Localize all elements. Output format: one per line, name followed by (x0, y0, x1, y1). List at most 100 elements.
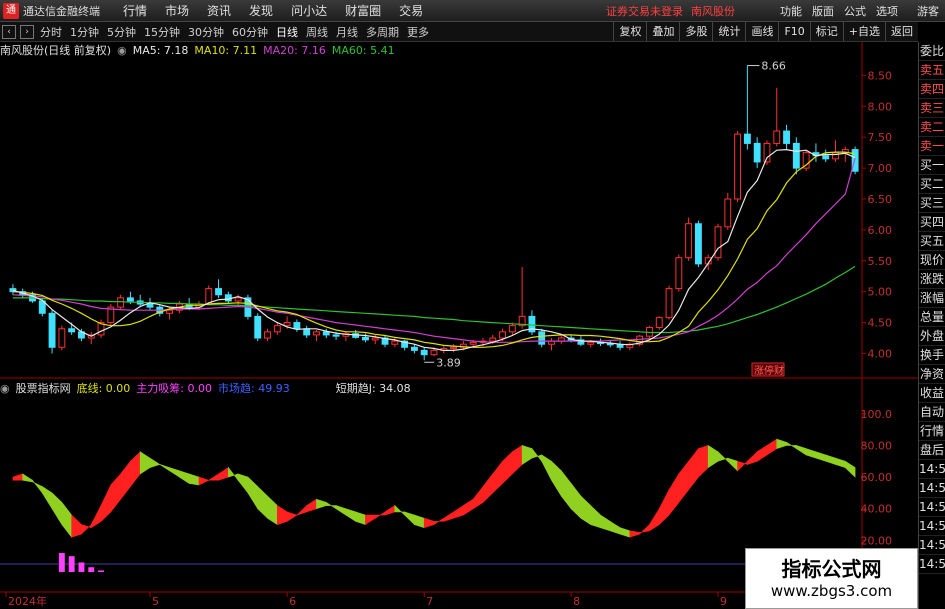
indicator-tick-label: 40.00 (861, 503, 893, 516)
sidebar-item[interactable]: 委比 (919, 42, 945, 61)
ma5-line (12, 148, 856, 351)
sidebar-item[interactable]: 卖三 (919, 99, 945, 118)
sidebar-item[interactable]: 涨幅 (919, 289, 945, 308)
quote-sidebar: 委比 卖五 卖四 卖三 卖二 卖一 买一 买二 买三 买四 买五 现价 涨跌 涨幅 总量 外盘 换手 净资 收益 自动… (918, 42, 945, 609)
candle-body (499, 331, 506, 339)
sidebar-item[interactable]: 买二 (919, 175, 945, 194)
sidebar-item[interactable]: 换手 (919, 346, 945, 365)
indicator-ribbon-segment (678, 460, 689, 504)
indicator-ribbon-segment (149, 457, 161, 469)
indicator-ribbon-segment (609, 520, 621, 535)
sidebar-item[interactable]: 14:50 (919, 498, 945, 517)
indicator-ribbon-segment (394, 504, 405, 516)
candle-body (215, 288, 222, 296)
sidebar-item[interactable]: 总量 (919, 308, 945, 327)
watermark: 指标公式网 www.zbgs3.com (745, 548, 918, 609)
indicator-ribbon-segment (512, 444, 523, 475)
indicator-ribbon-segment (737, 460, 748, 472)
candle-body (773, 130, 781, 144)
sidebar-item[interactable]: 14:50 (919, 460, 945, 479)
sidebar-item[interactable]: 自动 (919, 403, 945, 422)
candle-body (293, 322, 301, 330)
indicator-ribbon-segment (81, 523, 92, 535)
indicator-ribbon-segment (639, 523, 650, 535)
sidebar-item[interactable]: 买四 (919, 213, 945, 232)
indicator-ribbon-segment (228, 466, 239, 482)
sidebar-item[interactable]: 外盘 (919, 327, 945, 346)
sidebar-item[interactable]: 14:50 (919, 517, 945, 536)
sidebar-item[interactable]: 现价 (919, 251, 945, 270)
candle-body (832, 152, 839, 160)
candle-body (450, 346, 458, 350)
indicator-ribbon-segment (649, 507, 660, 532)
candle-body (616, 344, 624, 348)
indicator-ribbon-segment (51, 492, 63, 526)
price-tick-label: 6.50 (868, 193, 893, 206)
candle-body (508, 325, 516, 333)
indicator-ribbon-segment (130, 451, 141, 488)
indicator-legend: ◉ 股票指标网 底线: 0.00 主力吸筹: 0.00 市场趋: 49.93 短… (0, 380, 417, 396)
sidebar-item[interactable]: 14:50 (919, 536, 945, 555)
indicator-bar (78, 562, 85, 572)
sidebar-item[interactable]: 买五 (919, 232, 945, 251)
price-tick-label: 6.00 (868, 224, 893, 237)
candle-body (313, 331, 320, 336)
sidebar-item[interactable]: 卖二 (919, 118, 945, 137)
sidebar-item[interactable]: 卖四 (919, 80, 945, 99)
indicator-ribbon-segment (384, 505, 396, 516)
sidebar-item[interactable]: 14:50 (919, 555, 945, 574)
indicator-ribbon-segment (698, 445, 709, 478)
indicator-ribbon-segment (845, 460, 856, 478)
indicator-ribbon-segment (756, 444, 768, 462)
indicator-settings-icon[interactable]: ◉ (0, 382, 10, 395)
candle-body (48, 312, 56, 348)
legend-stock-title: 南风股份(日线 前复权) (0, 44, 112, 57)
indicator-ribbon-segment (169, 467, 180, 478)
ma20-line (12, 158, 856, 343)
candle-body (391, 340, 399, 345)
candle-body (371, 337, 379, 341)
indicator-ribbon-segment (267, 495, 278, 526)
candle-body (822, 155, 830, 160)
guest-label[interactable]: 游客 (917, 3, 939, 19)
sidebar-item[interactable]: 买三 (919, 194, 945, 213)
sidebar-item[interactable]: 14:50 (919, 479, 945, 498)
indicator-tick-label: 100.0 (861, 408, 893, 421)
settings-icon[interactable]: ◉ (117, 44, 127, 57)
kline-chart[interactable]: 8.50 8.00 7.50 7.00 6.50 6.00 5.50 5.00 4.50 4.00… (0, 0, 918, 609)
indicator-ribbon-segment (776, 438, 787, 450)
sidebar-item[interactable]: 涨跌 (919, 270, 945, 289)
sidebar-item[interactable]: 净资 (919, 365, 945, 384)
indicator-ribbon-segment (32, 479, 43, 494)
sidebar-item[interactable]: 卖一 (919, 137, 945, 156)
sidebar-item[interactable]: 盘后 (919, 441, 945, 460)
indicator-ribbon-segment (237, 473, 249, 494)
low-label: 3.89 (436, 356, 461, 369)
price-tick-label: 7.50 (868, 131, 893, 144)
indicator-ribbon-segment (747, 451, 758, 465)
indicator-ribbon-segment (355, 511, 366, 525)
candle-body (283, 322, 291, 327)
candle-body (58, 328, 66, 348)
candle-body (685, 223, 693, 259)
indicator-ribbon-segment (179, 470, 190, 484)
candle-body (332, 334, 340, 337)
date-tick-label: 2024年 (8, 594, 47, 608)
sidebar-item[interactable]: 行情 (919, 422, 945, 441)
sidebar-item[interactable]: 收益 (919, 384, 945, 403)
candle-body (166, 309, 174, 314)
main-legend: 南风股份(日线 前复权) ◉ MA5: 7.18 MA10: 7.11 MA20… (0, 42, 401, 58)
candle-body (489, 337, 497, 342)
indicator-ribbon-segment (570, 482, 582, 519)
candle-body (68, 328, 76, 333)
indicator-ribbon-segment (805, 448, 817, 459)
legend-ma5: MA5: 7.18 (132, 43, 189, 57)
candle-body (587, 341, 595, 345)
indicator-ribbon-segment (110, 473, 121, 513)
indicator-ribbon-segment (492, 460, 503, 494)
indicator-ribbon-segment (296, 504, 307, 516)
legend-ma60: MA60: 5.41 (331, 43, 395, 57)
sidebar-item[interactable]: 买一 (919, 156, 945, 175)
sidebar-item[interactable]: 卖五 (919, 61, 945, 80)
date-tick-label: 6 (289, 595, 296, 608)
